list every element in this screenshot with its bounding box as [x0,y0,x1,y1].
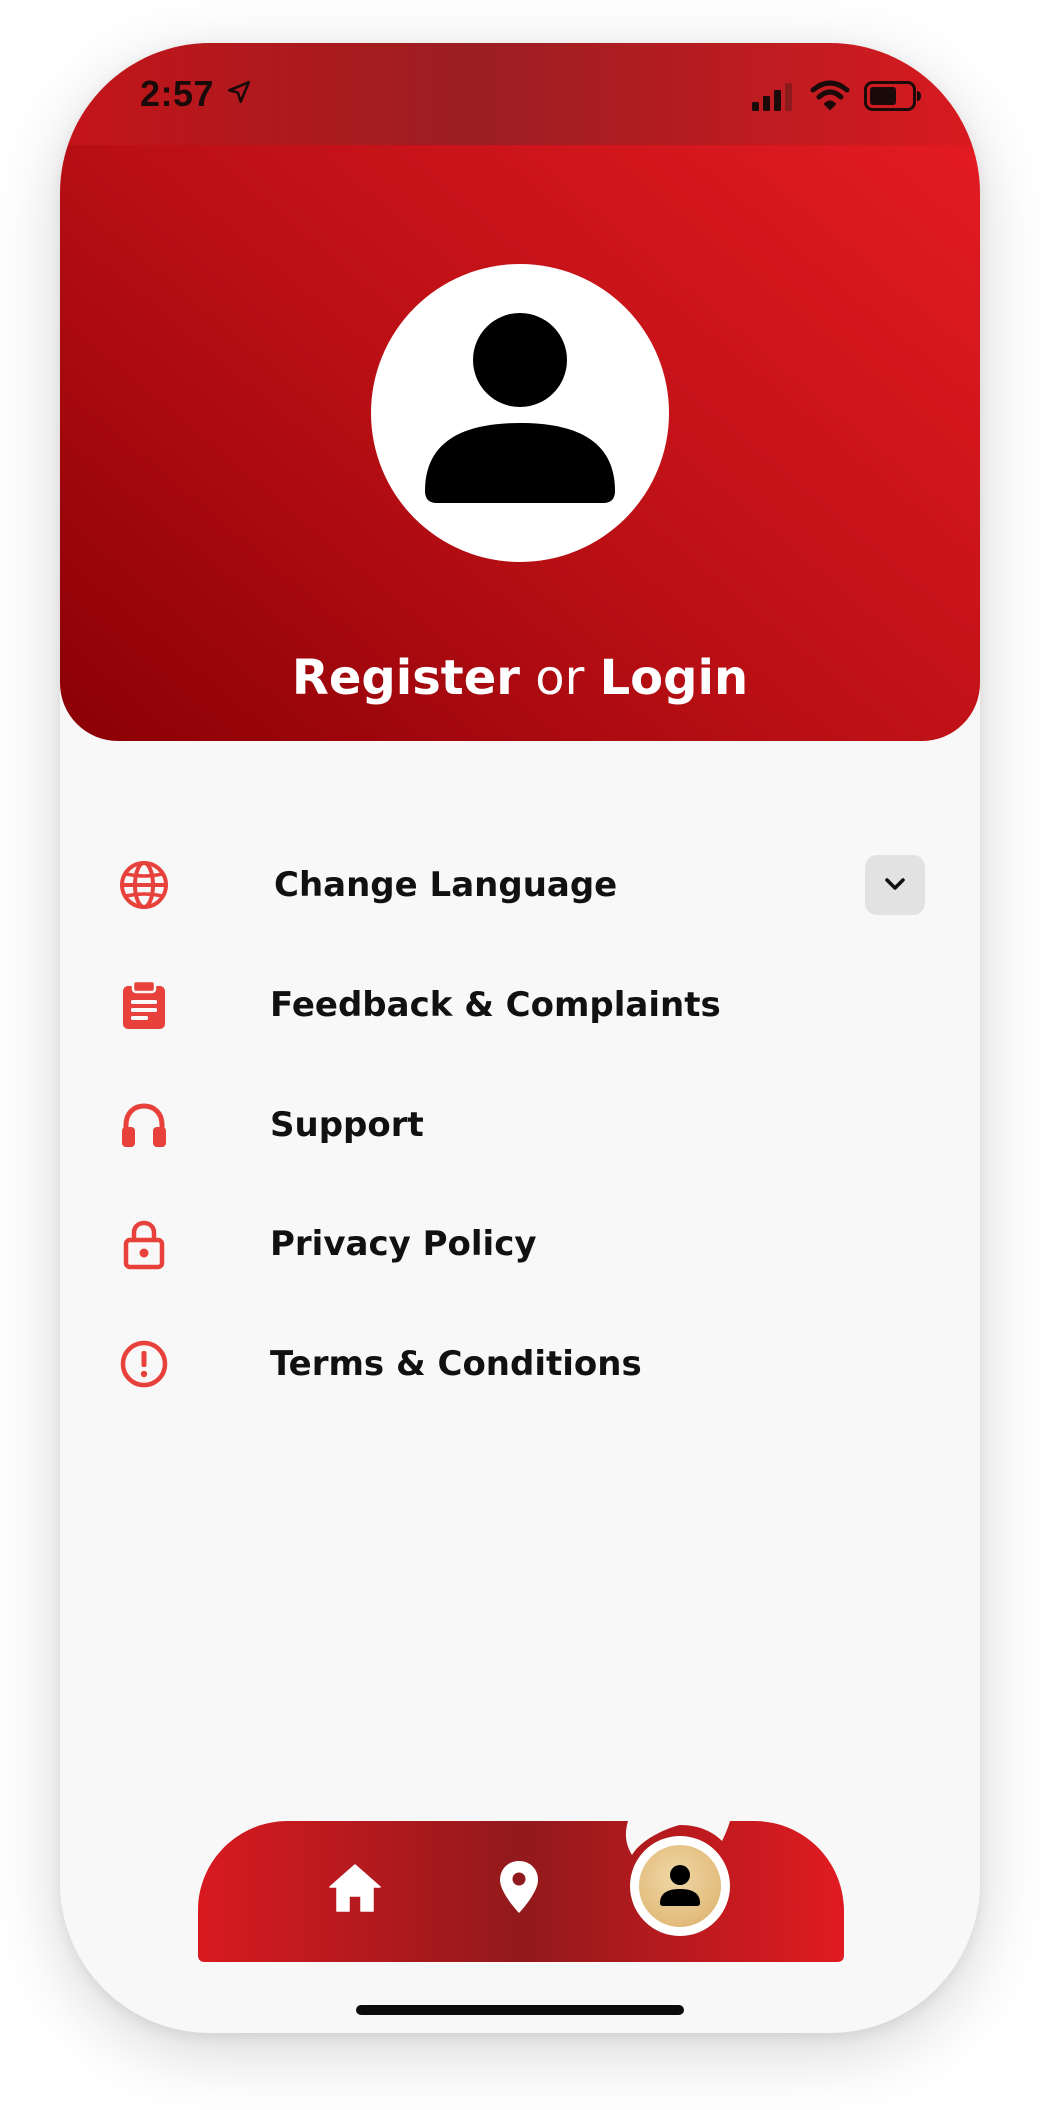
menu-label-privacy-policy: Privacy Policy [270,1224,537,1264]
menu-item-feedback[interactable]: Feedback & Complaints [60,965,980,1045]
home-icon[interactable] [328,1863,382,1913]
login-link[interactable]: Login [600,650,749,706]
globe-icon [120,861,168,909]
menu-label-terms: Terms & Conditions [270,1344,642,1384]
menu-item-privacy-policy[interactable]: Privacy Policy [60,1204,980,1284]
avatar[interactable] [371,264,669,562]
profile-tab-active-indicator [639,1845,721,1927]
person-icon [425,313,615,503]
wifi-icon [810,80,850,110]
lock-icon [123,1220,165,1270]
menu-item-terms[interactable]: Terms & Conditions [60,1324,980,1404]
chevron-down-icon [885,878,905,890]
language-dropdown-button[interactable] [865,855,925,915]
status-bar: 2:57 [60,43,980,145]
battery-icon [864,81,921,111]
menu-label-support: Support [270,1105,424,1145]
status-time: 2:57 [140,73,215,114]
home-indicator[interactable] [356,2005,684,2015]
menu-item-change-language[interactable]: Change Language [60,845,980,925]
alert-circle-icon [120,1340,168,1388]
menu-label-change-language: Change Language [274,865,618,905]
person-icon [660,1865,700,1906]
register-link[interactable]: Register [292,650,520,706]
profile-tab[interactable] [630,1836,730,1936]
location-arrow-icon [227,80,251,104]
profile-header: Register or Login [60,145,980,741]
bottom-navigation [198,1821,844,1962]
phone-frame: 2:57 Register or Login Change Language F… [60,43,980,2033]
menu-label-feedback: Feedback & Complaints [270,985,721,1025]
signal-icon [752,83,792,111]
headphones-icon [122,1103,166,1147]
or-text: or [535,650,585,706]
menu-item-support[interactable]: Support [60,1085,980,1165]
screen-stage: 2:57 Register or Login Change Language F… [0,0,1040,2110]
clipboard-icon [123,979,165,1029]
location-pin-icon[interactable] [498,1859,540,1915]
auth-prompt: Register or Login [60,650,980,706]
